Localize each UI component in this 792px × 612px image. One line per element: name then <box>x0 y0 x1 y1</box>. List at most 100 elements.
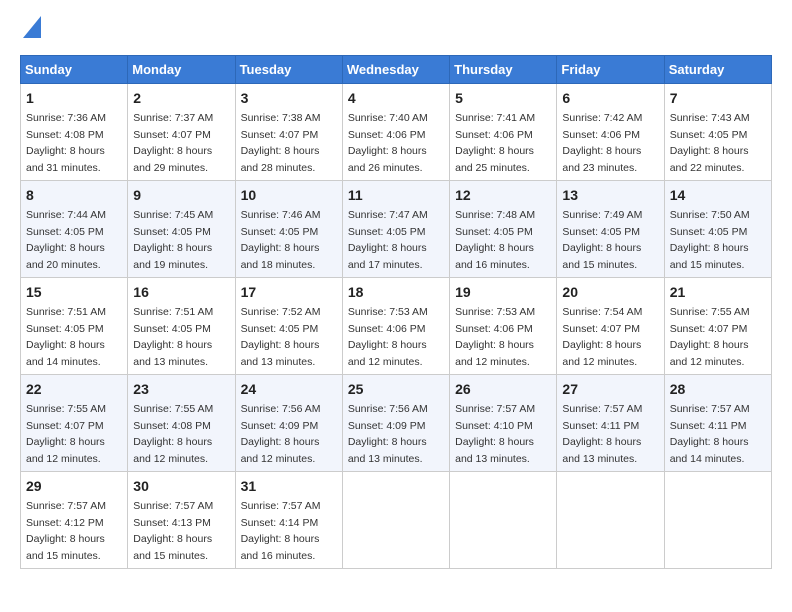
day-number: 20 <box>562 282 658 303</box>
calendar-cell: 11 Sunrise: 7:47 AMSunset: 4:05 PMDaylig… <box>342 181 449 278</box>
day-number: 24 <box>241 379 337 400</box>
calendar-body: 1 Sunrise: 7:36 AMSunset: 4:08 PMDayligh… <box>21 84 772 569</box>
logo-icon <box>23 16 41 38</box>
day-info: Sunrise: 7:55 AMSunset: 4:07 PMDaylight:… <box>26 403 106 465</box>
day-number: 9 <box>133 185 229 206</box>
day-info: Sunrise: 7:36 AMSunset: 4:08 PMDaylight:… <box>26 112 106 174</box>
weekday-header-friday: Friday <box>557 56 664 84</box>
weekday-header-wednesday: Wednesday <box>342 56 449 84</box>
calendar-week-2: 8 Sunrise: 7:44 AMSunset: 4:05 PMDayligh… <box>21 181 772 278</box>
day-info: Sunrise: 7:41 AMSunset: 4:06 PMDaylight:… <box>455 112 535 174</box>
day-number: 12 <box>455 185 551 206</box>
day-info: Sunrise: 7:55 AMSunset: 4:07 PMDaylight:… <box>670 306 750 368</box>
day-info: Sunrise: 7:57 AMSunset: 4:11 PMDaylight:… <box>670 403 750 465</box>
calendar-cell: 27 Sunrise: 7:57 AMSunset: 4:11 PMDaylig… <box>557 375 664 472</box>
day-number: 25 <box>348 379 444 400</box>
day-info: Sunrise: 7:42 AMSunset: 4:06 PMDaylight:… <box>562 112 642 174</box>
day-info: Sunrise: 7:47 AMSunset: 4:05 PMDaylight:… <box>348 209 428 271</box>
calendar-cell: 26 Sunrise: 7:57 AMSunset: 4:10 PMDaylig… <box>450 375 557 472</box>
day-info: Sunrise: 7:56 AMSunset: 4:09 PMDaylight:… <box>348 403 428 465</box>
day-number: 19 <box>455 282 551 303</box>
calendar-week-3: 15 Sunrise: 7:51 AMSunset: 4:05 PMDaylig… <box>21 278 772 375</box>
calendar-cell: 28 Sunrise: 7:57 AMSunset: 4:11 PMDaylig… <box>664 375 771 472</box>
day-number: 8 <box>26 185 122 206</box>
day-number: 14 <box>670 185 766 206</box>
calendar-cell: 6 Sunrise: 7:42 AMSunset: 4:06 PMDayligh… <box>557 84 664 181</box>
day-number: 28 <box>670 379 766 400</box>
day-number: 1 <box>26 88 122 109</box>
day-info: Sunrise: 7:57 AMSunset: 4:14 PMDaylight:… <box>241 500 321 562</box>
day-info: Sunrise: 7:50 AMSunset: 4:05 PMDaylight:… <box>670 209 750 271</box>
calendar-cell: 13 Sunrise: 7:49 AMSunset: 4:05 PMDaylig… <box>557 181 664 278</box>
calendar-cell: 25 Sunrise: 7:56 AMSunset: 4:09 PMDaylig… <box>342 375 449 472</box>
day-number: 26 <box>455 379 551 400</box>
calendar-cell: 5 Sunrise: 7:41 AMSunset: 4:06 PMDayligh… <box>450 84 557 181</box>
calendar-week-1: 1 Sunrise: 7:36 AMSunset: 4:08 PMDayligh… <box>21 84 772 181</box>
calendar-cell: 12 Sunrise: 7:48 AMSunset: 4:05 PMDaylig… <box>450 181 557 278</box>
weekday-header-sunday: Sunday <box>21 56 128 84</box>
calendar-cell: 9 Sunrise: 7:45 AMSunset: 4:05 PMDayligh… <box>128 181 235 278</box>
calendar-cell: 8 Sunrise: 7:44 AMSunset: 4:05 PMDayligh… <box>21 181 128 278</box>
calendar-cell <box>450 472 557 569</box>
calendar-cell: 21 Sunrise: 7:55 AMSunset: 4:07 PMDaylig… <box>664 278 771 375</box>
day-number: 3 <box>241 88 337 109</box>
calendar-cell: 30 Sunrise: 7:57 AMSunset: 4:13 PMDaylig… <box>128 472 235 569</box>
day-info: Sunrise: 7:38 AMSunset: 4:07 PMDaylight:… <box>241 112 321 174</box>
calendar-cell: 22 Sunrise: 7:55 AMSunset: 4:07 PMDaylig… <box>21 375 128 472</box>
day-info: Sunrise: 7:55 AMSunset: 4:08 PMDaylight:… <box>133 403 213 465</box>
calendar-cell <box>342 472 449 569</box>
day-info: Sunrise: 7:45 AMSunset: 4:05 PMDaylight:… <box>133 209 213 271</box>
day-number: 21 <box>670 282 766 303</box>
day-number: 7 <box>670 88 766 109</box>
calendar-table: SundayMondayTuesdayWednesdayThursdayFrid… <box>20 55 772 569</box>
weekday-header-thursday: Thursday <box>450 56 557 84</box>
day-number: 11 <box>348 185 444 206</box>
day-info: Sunrise: 7:52 AMSunset: 4:05 PMDaylight:… <box>241 306 321 368</box>
weekday-header-tuesday: Tuesday <box>235 56 342 84</box>
calendar-cell: 31 Sunrise: 7:57 AMSunset: 4:14 PMDaylig… <box>235 472 342 569</box>
day-number: 31 <box>241 476 337 497</box>
day-number: 16 <box>133 282 229 303</box>
day-number: 18 <box>348 282 444 303</box>
day-info: Sunrise: 7:57 AMSunset: 4:11 PMDaylight:… <box>562 403 642 465</box>
day-info: Sunrise: 7:40 AMSunset: 4:06 PMDaylight:… <box>348 112 428 174</box>
day-number: 10 <box>241 185 337 206</box>
day-number: 23 <box>133 379 229 400</box>
day-number: 15 <box>26 282 122 303</box>
calendar-cell: 24 Sunrise: 7:56 AMSunset: 4:09 PMDaylig… <box>235 375 342 472</box>
day-info: Sunrise: 7:51 AMSunset: 4:05 PMDaylight:… <box>26 306 106 368</box>
day-info: Sunrise: 7:48 AMSunset: 4:05 PMDaylight:… <box>455 209 535 271</box>
day-number: 13 <box>562 185 658 206</box>
day-info: Sunrise: 7:57 AMSunset: 4:13 PMDaylight:… <box>133 500 213 562</box>
day-number: 2 <box>133 88 229 109</box>
day-number: 17 <box>241 282 337 303</box>
day-info: Sunrise: 7:53 AMSunset: 4:06 PMDaylight:… <box>455 306 535 368</box>
calendar-week-4: 22 Sunrise: 7:55 AMSunset: 4:07 PMDaylig… <box>21 375 772 472</box>
calendar-cell: 15 Sunrise: 7:51 AMSunset: 4:05 PMDaylig… <box>21 278 128 375</box>
calendar-cell: 4 Sunrise: 7:40 AMSunset: 4:06 PMDayligh… <box>342 84 449 181</box>
calendar-week-5: 29 Sunrise: 7:57 AMSunset: 4:12 PMDaylig… <box>21 472 772 569</box>
calendar-cell: 3 Sunrise: 7:38 AMSunset: 4:07 PMDayligh… <box>235 84 342 181</box>
calendar-cell: 14 Sunrise: 7:50 AMSunset: 4:05 PMDaylig… <box>664 181 771 278</box>
day-number: 29 <box>26 476 122 497</box>
day-info: Sunrise: 7:54 AMSunset: 4:07 PMDaylight:… <box>562 306 642 368</box>
day-info: Sunrise: 7:56 AMSunset: 4:09 PMDaylight:… <box>241 403 321 465</box>
calendar-cell: 16 Sunrise: 7:51 AMSunset: 4:05 PMDaylig… <box>128 278 235 375</box>
logo <box>20 16 41 47</box>
day-number: 4 <box>348 88 444 109</box>
calendar-cell: 18 Sunrise: 7:53 AMSunset: 4:06 PMDaylig… <box>342 278 449 375</box>
day-info: Sunrise: 7:57 AMSunset: 4:12 PMDaylight:… <box>26 500 106 562</box>
day-info: Sunrise: 7:51 AMSunset: 4:05 PMDaylight:… <box>133 306 213 368</box>
calendar-cell <box>557 472 664 569</box>
day-number: 5 <box>455 88 551 109</box>
day-info: Sunrise: 7:57 AMSunset: 4:10 PMDaylight:… <box>455 403 535 465</box>
day-info: Sunrise: 7:43 AMSunset: 4:05 PMDaylight:… <box>670 112 750 174</box>
header <box>20 16 772 47</box>
calendar-cell: 17 Sunrise: 7:52 AMSunset: 4:05 PMDaylig… <box>235 278 342 375</box>
weekday-header-monday: Monday <box>128 56 235 84</box>
calendar-cell: 7 Sunrise: 7:43 AMSunset: 4:05 PMDayligh… <box>664 84 771 181</box>
calendar-page: SundayMondayTuesdayWednesdayThursdayFrid… <box>0 0 792 612</box>
day-number: 6 <box>562 88 658 109</box>
day-info: Sunrise: 7:53 AMSunset: 4:06 PMDaylight:… <box>348 306 428 368</box>
day-info: Sunrise: 7:44 AMSunset: 4:05 PMDaylight:… <box>26 209 106 271</box>
